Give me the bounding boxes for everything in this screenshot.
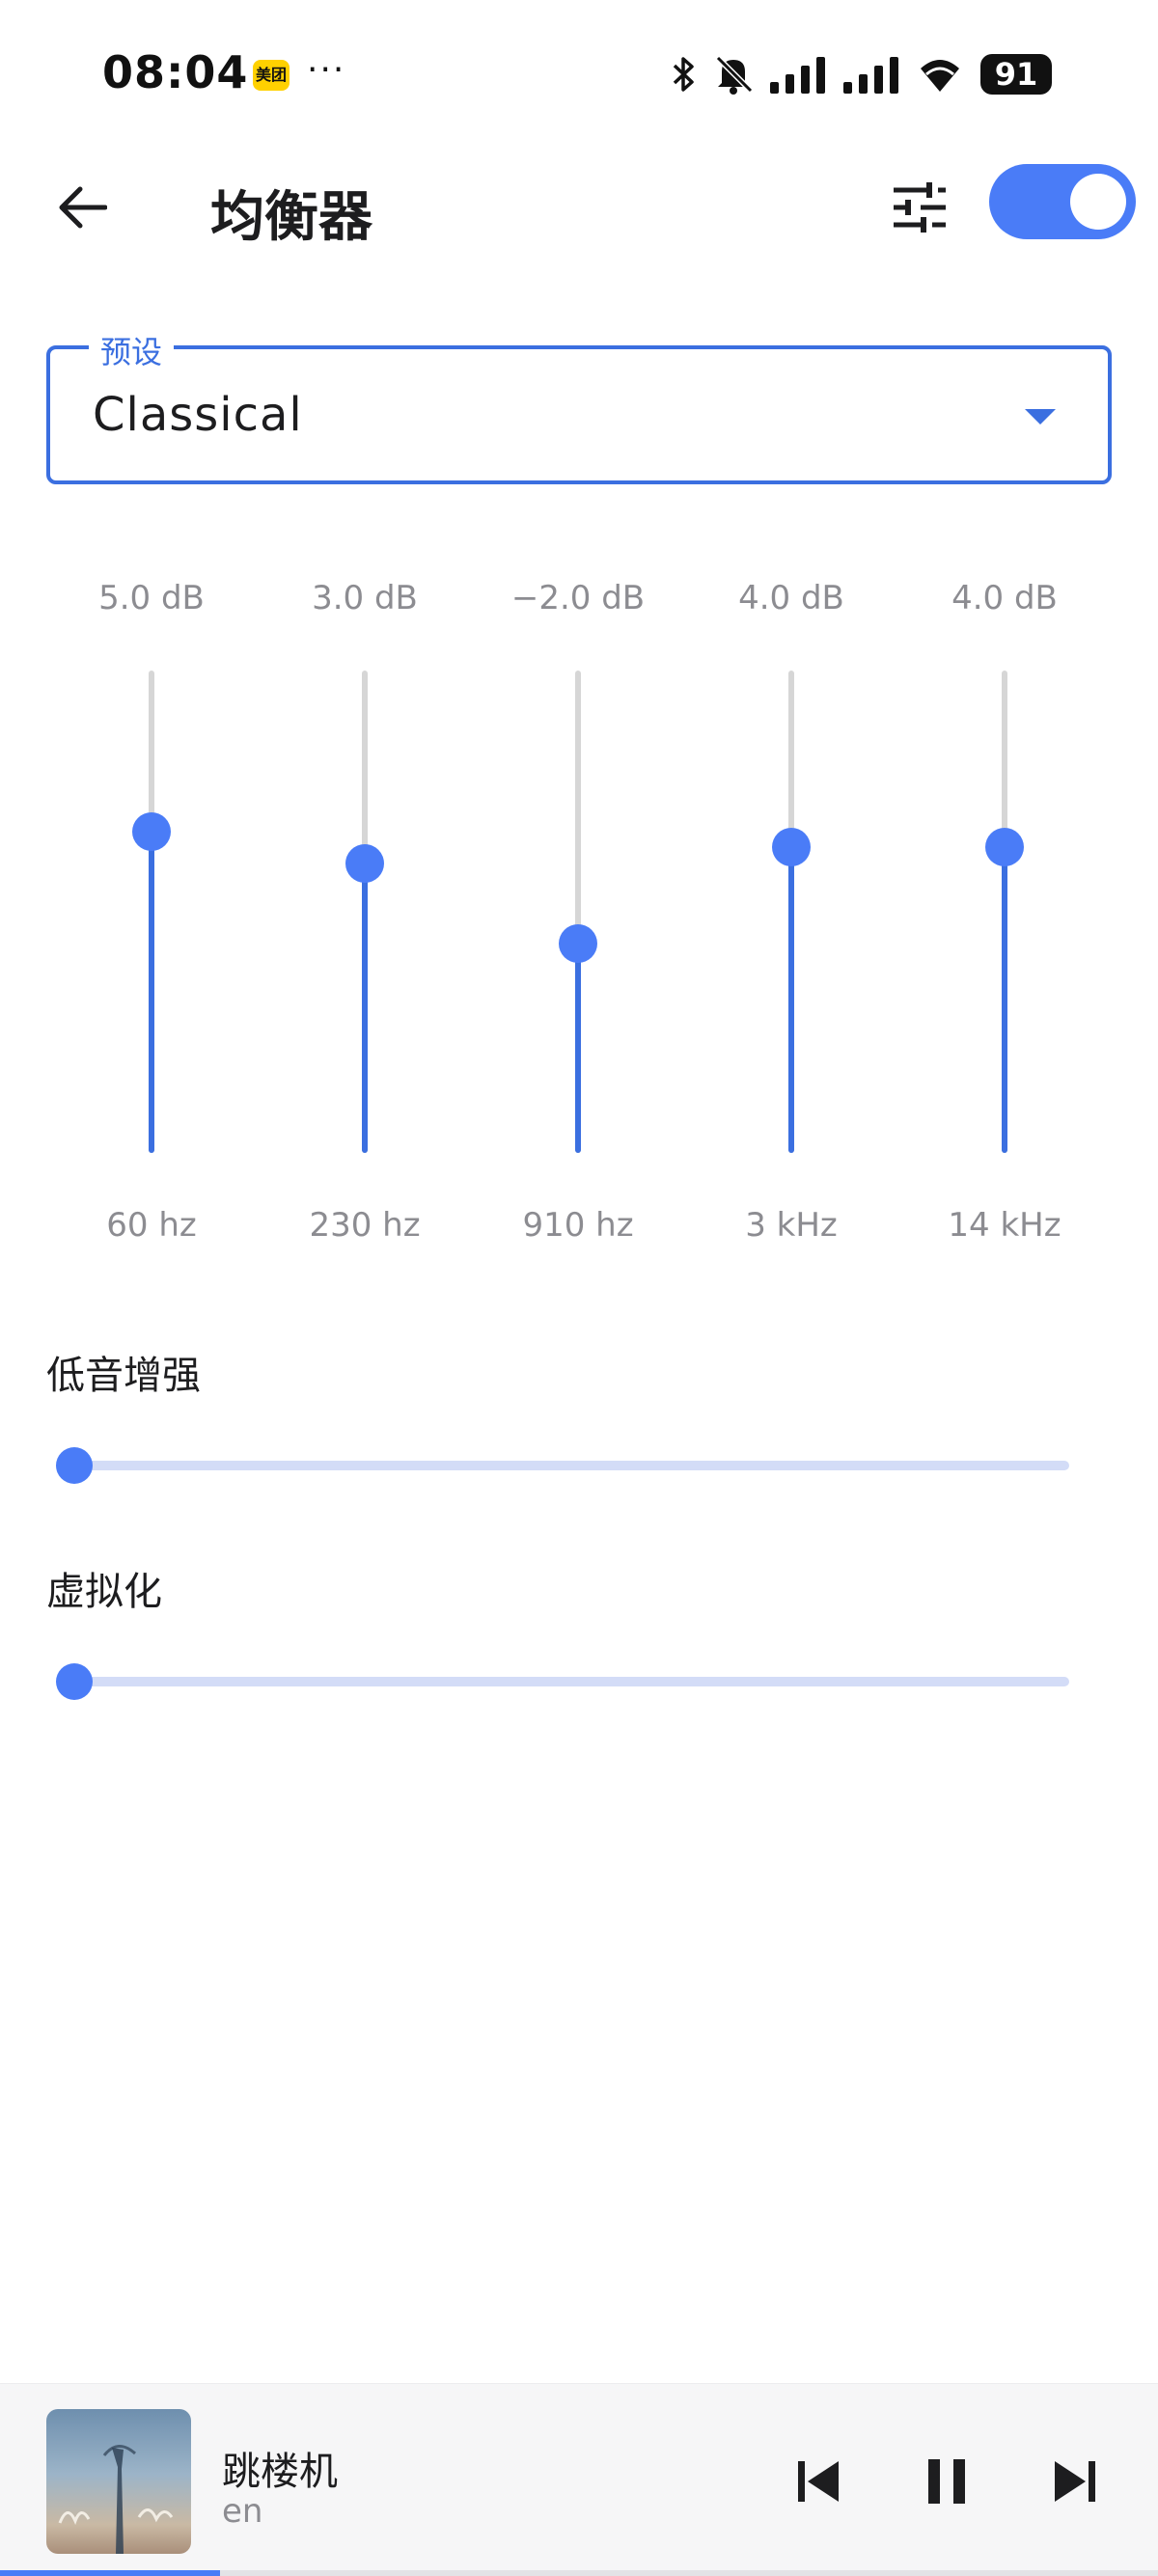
bluetooth-icon	[673, 57, 694, 92]
switch-knob	[1070, 174, 1126, 230]
mini-player[interactable]: 跳楼机 en	[0, 2383, 1158, 2576]
eq-band-frequency: 3 kHz	[745, 1206, 838, 1245]
mute-icon	[715, 55, 753, 95]
eq-band-230hz: 3.0 dB 230 hz	[259, 569, 471, 1264]
skip-next-icon	[1055, 2461, 1095, 2502]
more-notifications-icon: ···	[307, 50, 346, 90]
bass-boost-slider[interactable]	[56, 1445, 1069, 1488]
slider-thumb[interactable]	[56, 1447, 93, 1484]
preset-dropdown[interactable]: 预设 Classical	[46, 328, 1112, 484]
song-title[interactable]: 跳楼机	[222, 2440, 338, 2496]
eq-slider-fill	[1002, 847, 1007, 1153]
battery-icon: 91	[980, 54, 1052, 95]
eq-band-db-value: 5.0 dB	[98, 579, 205, 617]
status-time: 08:04	[102, 46, 249, 98]
album-art[interactable]	[46, 2409, 191, 2554]
eq-band-frequency: 230 hz	[309, 1206, 421, 1245]
eq-band-3khz: 4.0 dB 3 kHz	[685, 569, 897, 1264]
eq-band-db-value: −2.0 dB	[510, 579, 646, 617]
album-art-image	[58, 2445, 174, 2554]
eq-band-db-value: 4.0 dB	[738, 579, 844, 617]
eq-band-14khz: 4.0 dB 14 kHz	[898, 569, 1111, 1264]
slider-thumb[interactable]	[56, 1663, 93, 1700]
eq-slider-thumb[interactable]	[132, 811, 171, 851]
eq-band-frequency: 14 kHz	[948, 1206, 1062, 1245]
equalizer-enable-switch[interactable]	[989, 164, 1136, 239]
signal-icon	[843, 57, 898, 94]
virtualizer-label: 虚拟化	[46, 1570, 162, 1614]
tune-button[interactable]	[886, 174, 953, 241]
previous-button[interactable]	[786, 2448, 853, 2515]
meituan-app-icon: 美团	[253, 60, 290, 91]
preset-label: 预设	[89, 328, 175, 372]
eq-slider-thumb[interactable]	[985, 828, 1024, 867]
wifi-icon	[921, 60, 959, 92]
eq-slider-fill	[788, 847, 794, 1153]
eq-slider-thumb[interactable]	[559, 924, 597, 964]
pause-icon	[928, 2459, 965, 2504]
playback-progress-fill	[0, 2570, 220, 2576]
dropdown-arrow-icon	[1025, 409, 1056, 425]
top-app-bar: 均衡器	[0, 145, 1158, 260]
eq-slider-fill	[149, 831, 154, 1153]
bass-boost-label: 低音增强	[46, 1354, 201, 1398]
playback-progress-bar[interactable]	[0, 2570, 1158, 2576]
status-icons: 91	[672, 50, 1052, 98]
eq-slider-thumb[interactable]	[772, 828, 811, 867]
eq-band-60hz: 5.0 dB 60 hz	[45, 569, 258, 1264]
eq-band-db-value: 3.0 dB	[312, 579, 418, 617]
eq-band-frequency: 60 hz	[106, 1206, 197, 1245]
slider-track	[73, 1461, 1069, 1470]
sliders-icon	[894, 182, 946, 233]
pause-button[interactable]	[913, 2448, 980, 2515]
preset-value: Classical	[93, 388, 303, 442]
skip-previous-icon	[798, 2461, 839, 2502]
song-artist: en	[222, 2492, 263, 2531]
page-title: 均衡器	[210, 186, 372, 249]
eq-band-frequency: 910 hz	[522, 1206, 634, 1245]
eq-slider-fill	[362, 863, 368, 1153]
signal-icon	[770, 57, 825, 94]
arrow-left-icon	[59, 186, 107, 229]
back-button[interactable]	[48, 174, 116, 241]
eq-slider-thumb[interactable]	[345, 844, 384, 883]
eq-slider-fill	[575, 944, 581, 1153]
eq-band-db-value: 4.0 dB	[951, 579, 1058, 617]
slider-track	[73, 1677, 1069, 1686]
eq-band-910hz: −2.0 dB 910 hz	[472, 569, 684, 1264]
virtualizer-slider[interactable]	[56, 1661, 1069, 1704]
status-bar: 08:04 美团 ··· 91	[0, 0, 1158, 145]
next-button[interactable]	[1040, 2448, 1108, 2515]
